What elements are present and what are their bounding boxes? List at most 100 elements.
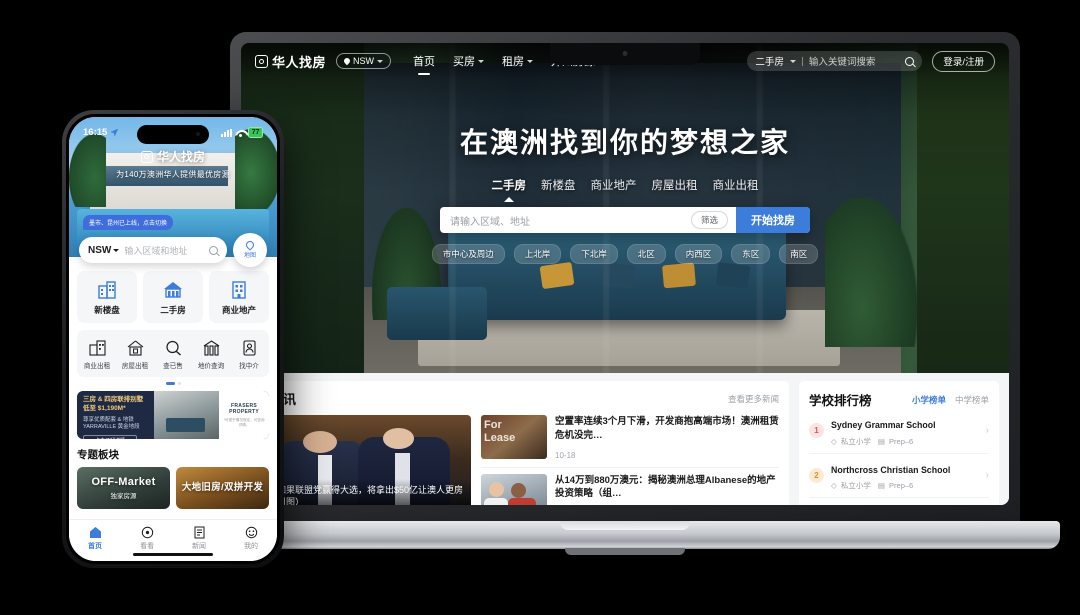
quick-action-label: 商业出租 bbox=[83, 363, 111, 370]
category-secondhand[interactable]: 二手房 bbox=[143, 271, 203, 323]
category-new-building[interactable]: 新楼盘 bbox=[77, 271, 137, 323]
content-section: 资讯 查看更多新闻 ：如果联盟党赢得大选，将拿出$50亿让澳人更房（组图） bbox=[241, 373, 1009, 505]
nav-item-home[interactable]: 首页 bbox=[413, 53, 435, 69]
hero-title: 在澳洲找到你的梦想之家 bbox=[459, 127, 790, 158]
news-thumbnail bbox=[481, 415, 547, 459]
school-header: 学校排行榜 小学榜单 中学榜单 bbox=[809, 390, 989, 409]
school-grade: ▤ Prep–6 bbox=[877, 436, 914, 446]
region-chip[interactable]: 北区 bbox=[626, 244, 666, 264]
laptop-webcam-notch bbox=[550, 43, 700, 65]
dot[interactable] bbox=[177, 382, 181, 385]
laptop-trackpad-notch bbox=[560, 521, 690, 530]
state-label: NSW bbox=[88, 244, 112, 256]
tab-news[interactable]: 新闻 bbox=[173, 525, 225, 551]
tab-home[interactable]: 首页 bbox=[69, 525, 121, 551]
start-search-button[interactable]: 开始找房 bbox=[736, 207, 810, 233]
divider bbox=[801, 56, 803, 66]
category-label: 商业地产 bbox=[221, 305, 256, 315]
tab-profile[interactable]: 我的 bbox=[225, 525, 277, 551]
region-chip[interactable]: 下北岸 bbox=[570, 244, 618, 264]
quick-action-row: 商业出租 房屋出租 查已售 地价查询 找中介 bbox=[77, 330, 269, 377]
hero-search-input[interactable]: 请输入区域、地址 bbox=[440, 213, 691, 228]
topic-row: OFF-Market 独家房源 大地旧房/双拼开发 bbox=[77, 467, 269, 509]
tab-primary-school[interactable]: 小学榜单 bbox=[912, 394, 946, 406]
dynamic-island bbox=[137, 125, 209, 144]
map-button[interactable]: 地图 bbox=[233, 233, 267, 267]
tab-browse[interactable]: 看看 bbox=[121, 525, 173, 551]
quick-action-agent[interactable]: 找中介 bbox=[231, 339, 267, 370]
nav-item-rent[interactable]: 租房 bbox=[502, 53, 534, 69]
news-panel: 资讯 查看更多新闻 ：如果联盟党赢得大选，将拿出$50亿让澳人更房（组图） bbox=[251, 381, 789, 505]
search-category[interactable]: 二手房 bbox=[755, 54, 784, 68]
topic-title: 大地旧房/双拼开发 bbox=[181, 482, 264, 494]
commercial-rent-icon bbox=[79, 339, 115, 357]
filter-button[interactable]: 筛选 bbox=[690, 211, 728, 229]
school-tabs: 小学榜单 中学榜单 bbox=[912, 394, 989, 406]
hero-tab-house-rent[interactable]: 房屋出租 bbox=[652, 177, 698, 193]
quick-action-label: 地价查询 bbox=[197, 363, 225, 370]
global-search[interactable]: 二手房 输入关键词搜索 bbox=[747, 51, 923, 71]
phone-brand-block: 华人找房 为140万澳洲华人提供最优房源 bbox=[69, 148, 277, 180]
region-chip[interactable]: 上北岸 bbox=[513, 244, 562, 264]
chevron-right-icon: › bbox=[985, 425, 989, 437]
news-body: ：如果联盟党赢得大选，将拿出$50亿让澳人更房（组图） 空置率连续3个月下滑，开… bbox=[261, 415, 779, 505]
chevron-down-icon bbox=[478, 59, 485, 63]
news-icon bbox=[173, 525, 225, 540]
topic-card-off-market[interactable]: OFF-Market 独家房源 bbox=[77, 467, 170, 509]
login-button[interactable]: 登录/注册 bbox=[932, 50, 995, 72]
brand-logo[interactable]: 华人找房 bbox=[255, 52, 326, 71]
region-chip[interactable]: 内西区 bbox=[674, 244, 723, 264]
region-chip[interactable]: 市中心及周边 bbox=[431, 244, 505, 264]
chevron-down-icon bbox=[527, 59, 534, 63]
news-list-item[interactable]: 空置率连续3个月下滑，开发商抱高端市场！澳洲租赁危机没完… 10-18 bbox=[481, 415, 779, 468]
school-ranking-panel: 学校排行榜 小学榜单 中学榜单 1 Sydney Grammar School bbox=[799, 381, 999, 505]
quick-action-sold[interactable]: 查已售 bbox=[155, 339, 191, 370]
quick-action-land-value[interactable]: 地价查询 bbox=[193, 339, 229, 370]
search-icon[interactable] bbox=[905, 56, 915, 66]
quick-action-commercial-rent[interactable]: 商业出租 bbox=[79, 339, 115, 370]
school-row[interactable]: 2 Northcross Christian School ◇ 私立小学 ▤ P… bbox=[809, 454, 989, 498]
chevron-down-icon bbox=[377, 59, 384, 63]
school-row[interactable]: 3 Abbotsleigh ◇ 私立小学 ▤ Prep–6 › bbox=[809, 498, 989, 505]
school-row[interactable]: 1 Sydney Grammar School ◇ 私立小学 ▤ Prep–6 … bbox=[809, 409, 989, 454]
phone-search-input[interactable]: 输入区域和地址 bbox=[124, 244, 204, 257]
search-input[interactable]: 输入关键词搜索 bbox=[809, 54, 899, 68]
news-more-link[interactable]: 查看更多新闻 bbox=[728, 393, 779, 405]
ad-disclaimer: *可视乎情况而定，可咨询详情。 bbox=[223, 417, 265, 427]
section-title: 专题板块 bbox=[77, 449, 119, 461]
map-pin-icon bbox=[244, 239, 256, 251]
hero-tab-secondhand[interactable]: 二手房 bbox=[492, 177, 527, 193]
city-selector[interactable]: NSW bbox=[336, 53, 392, 69]
dot-active[interactable] bbox=[165, 382, 175, 385]
search-icon[interactable] bbox=[209, 245, 218, 255]
hero-tab-commercial-rent[interactable]: 商业出租 bbox=[713, 177, 759, 193]
featured-news-card[interactable]: ：如果联盟党赢得大选，将拿出$50亿让澳人更房（组图） bbox=[261, 415, 471, 505]
topic-subtitle: 独家房源 bbox=[110, 493, 137, 500]
phone-search-bar[interactable]: NSW 输入区域和地址 bbox=[79, 237, 227, 263]
topic-card-development[interactable]: 大地旧房/双拼开发 bbox=[176, 467, 269, 509]
news-list-item[interactable]: 从14万到880万澳元：揭秘澳洲总理Albanese的地产投资策略（组… 10-… bbox=[481, 473, 779, 505]
nav-item-buy[interactable]: 买房 bbox=[453, 53, 485, 69]
map-button-label: 地图 bbox=[243, 253, 256, 259]
ad-cta-button[interactable]: 点击了解详情 bbox=[83, 434, 137, 439]
news-header: 资讯 查看更多新闻 bbox=[261, 389, 779, 408]
advertisement-banner[interactable]: 三房 & 四房联排别墅 低至 $1,190M* 尊享优质配套 & 地铁 YARR… bbox=[77, 391, 269, 439]
city-switch-badge[interactable]: 墨市、昆州已上线，点击切换 bbox=[83, 215, 174, 230]
category-commercial[interactable]: 商业地产 bbox=[209, 271, 269, 323]
scene: 华人找房 NSW 首页 买房 租房 外州房源 bbox=[0, 0, 1080, 615]
tab-secondary-school[interactable]: 中学榜单 bbox=[955, 394, 989, 406]
logo-icon bbox=[255, 54, 268, 68]
quick-action-home-rent[interactable]: 房屋出租 bbox=[117, 339, 153, 370]
ad-image bbox=[153, 391, 220, 439]
ad-headline: 三房 & 四房联排别墅 低至 $1,190M* bbox=[83, 396, 144, 412]
region-chip[interactable]: 东区 bbox=[731, 244, 771, 264]
school-name: Sydney Grammar School bbox=[831, 420, 936, 430]
office-icon bbox=[209, 280, 269, 300]
phone-screen: 16:15 77 华人找房 为140万澳洲华人提供最优房源 墨市、昆州已上线，点… bbox=[69, 117, 277, 561]
hero-tab-commercial[interactable]: 商业地产 bbox=[591, 177, 637, 193]
state-selector[interactable]: NSW bbox=[88, 244, 120, 256]
region-chip[interactable]: 南区 bbox=[779, 244, 819, 264]
quick-action-label: 查已售 bbox=[163, 363, 183, 370]
nav-item-label: 买房 bbox=[453, 56, 476, 68]
hero-tab-new[interactable]: 新楼盘 bbox=[541, 177, 576, 193]
